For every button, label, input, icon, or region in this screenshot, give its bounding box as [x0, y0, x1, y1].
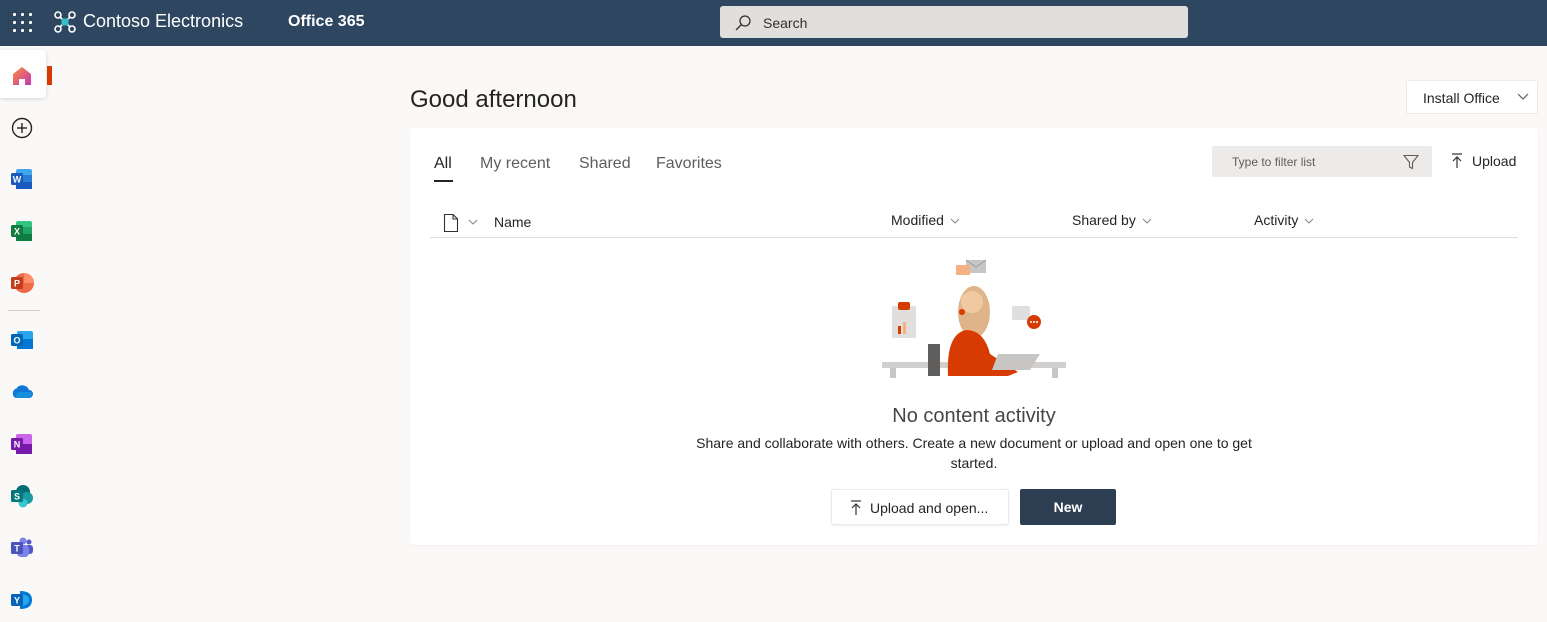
file-type-icon[interactable]: [443, 214, 459, 232]
chevron-down-icon: [1517, 93, 1529, 100]
filter-placeholder: Type to filter list: [1232, 155, 1316, 169]
chevron-down-icon: [1304, 218, 1314, 225]
sharepoint-icon[interactable]: S: [10, 484, 34, 508]
column-header-activity[interactable]: Activity: [1254, 212, 1314, 228]
tab-my-recent[interactable]: My recent: [480, 155, 550, 173]
app-launcher-icon[interactable]: [12, 12, 34, 34]
svg-text:N: N: [14, 440, 21, 450]
powerpoint-icon[interactable]: P: [10, 271, 34, 295]
upload-icon: [1452, 153, 1462, 168]
org-name[interactable]: Contoso Electronics: [83, 11, 243, 32]
column-name-label: Name: [494, 214, 532, 230]
header-divider: [430, 237, 1518, 238]
svg-text:X: X: [14, 227, 20, 237]
suite-name[interactable]: Office 365: [288, 13, 364, 31]
svg-text:S: S: [14, 492, 20, 502]
greeting-heading: Good afternoon: [410, 86, 577, 113]
upload-label: Upload: [1472, 153, 1517, 169]
upload-icon: [851, 500, 861, 515]
search-icon: [735, 15, 751, 31]
chevron-down-icon: [950, 218, 960, 225]
empty-state-description: Share and collaborate with others. Creat…: [696, 435, 1252, 471]
chevron-down-icon: [1142, 218, 1152, 225]
contoso-logo-icon[interactable]: [54, 11, 76, 33]
active-tab-underline: [434, 180, 453, 182]
empty-state-illustration: [882, 259, 1066, 378]
word-icon[interactable]: W: [10, 167, 34, 191]
svg-text:O: O: [13, 336, 20, 346]
upload-button[interactable]: Upload: [1450, 148, 1524, 176]
svg-text:W: W: [13, 175, 22, 185]
svg-text:P: P: [14, 279, 20, 289]
search-input[interactable]: Search: [720, 6, 1188, 38]
column-modified-label: Modified: [891, 212, 944, 228]
onenote-icon[interactable]: N: [10, 432, 34, 456]
onedrive-icon[interactable]: [10, 380, 34, 404]
svg-text:Y: Y: [14, 596, 20, 606]
filter-input[interactable]: Type to filter list: [1212, 146, 1432, 177]
column-header-name[interactable]: Name: [494, 214, 531, 230]
svg-text:T: T: [14, 544, 20, 554]
search-placeholder: Search: [763, 15, 808, 31]
top-bar: Contoso Electronics Office 365 Search: [0, 0, 1547, 46]
column-header-shared-by[interactable]: Shared by: [1072, 212, 1152, 228]
column-activity-label: Activity: [1254, 212, 1299, 228]
selected-indicator: [47, 66, 52, 85]
column-shared-by-label: Shared by: [1072, 212, 1136, 228]
documents-card: All My recent Shared Favorites Type to f…: [410, 128, 1538, 545]
teams-icon[interactable]: T: [10, 536, 34, 560]
yammer-icon[interactable]: Y: [10, 588, 34, 612]
chevron-down-icon[interactable]: [468, 218, 478, 226]
install-office-label: Install Office: [1423, 90, 1500, 106]
tab-all[interactable]: All: [434, 155, 452, 173]
home-icon[interactable]: [10, 64, 34, 88]
upload-and-open-label: Upload and open...: [870, 500, 989, 516]
upload-and-open-button[interactable]: Upload and open...: [831, 489, 1009, 525]
tab-favorites[interactable]: Favorites: [656, 155, 722, 173]
outlook-icon[interactable]: O: [10, 328, 34, 352]
install-office-button[interactable]: Install Office: [1406, 80, 1538, 114]
filter-icon[interactable]: [1403, 154, 1419, 170]
excel-icon[interactable]: X: [10, 219, 34, 243]
rail-divider: [8, 310, 40, 311]
column-header-modified[interactable]: Modified: [891, 212, 960, 228]
empty-state-title: No content activity: [892, 405, 1056, 427]
new-button[interactable]: New: [1020, 489, 1116, 525]
tab-shared[interactable]: Shared: [579, 155, 631, 173]
create-icon[interactable]: [10, 116, 34, 140]
